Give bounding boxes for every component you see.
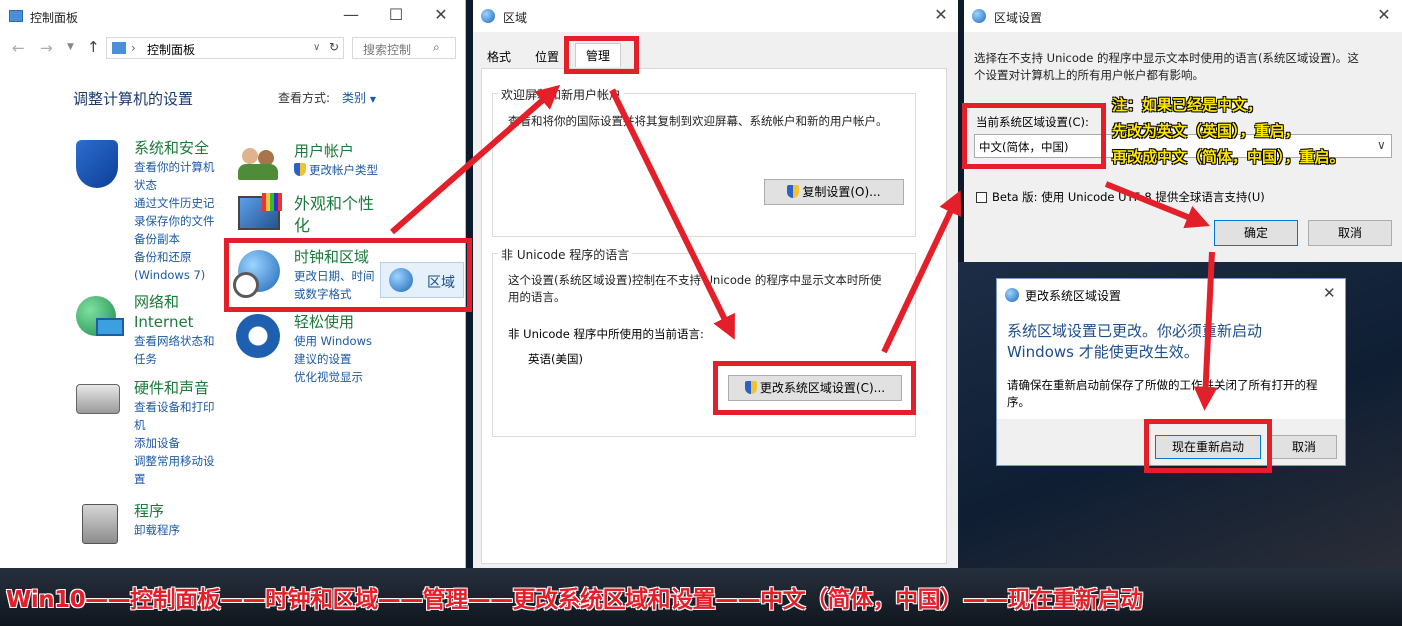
arrow-ok-to-restart <box>1193 251 1218 411</box>
instruction-banner: Win10——控制面板——时钟和区域——管理——更改系统区域和设置——中文（简体… <box>0 568 1402 626</box>
arrow-change-to-settings <box>881 190 962 354</box>
instruction-banner-text: Win10——控制面板——时钟和区域——管理——更改系统区域和设置——中文（简体… <box>6 587 1143 613</box>
arrow-settings-to-ok <box>1104 181 1211 229</box>
tutorial-arrows <box>390 84 1218 411</box>
arrow-admin-to-change <box>609 88 735 340</box>
arrow-clock-to-admin <box>390 84 561 235</box>
